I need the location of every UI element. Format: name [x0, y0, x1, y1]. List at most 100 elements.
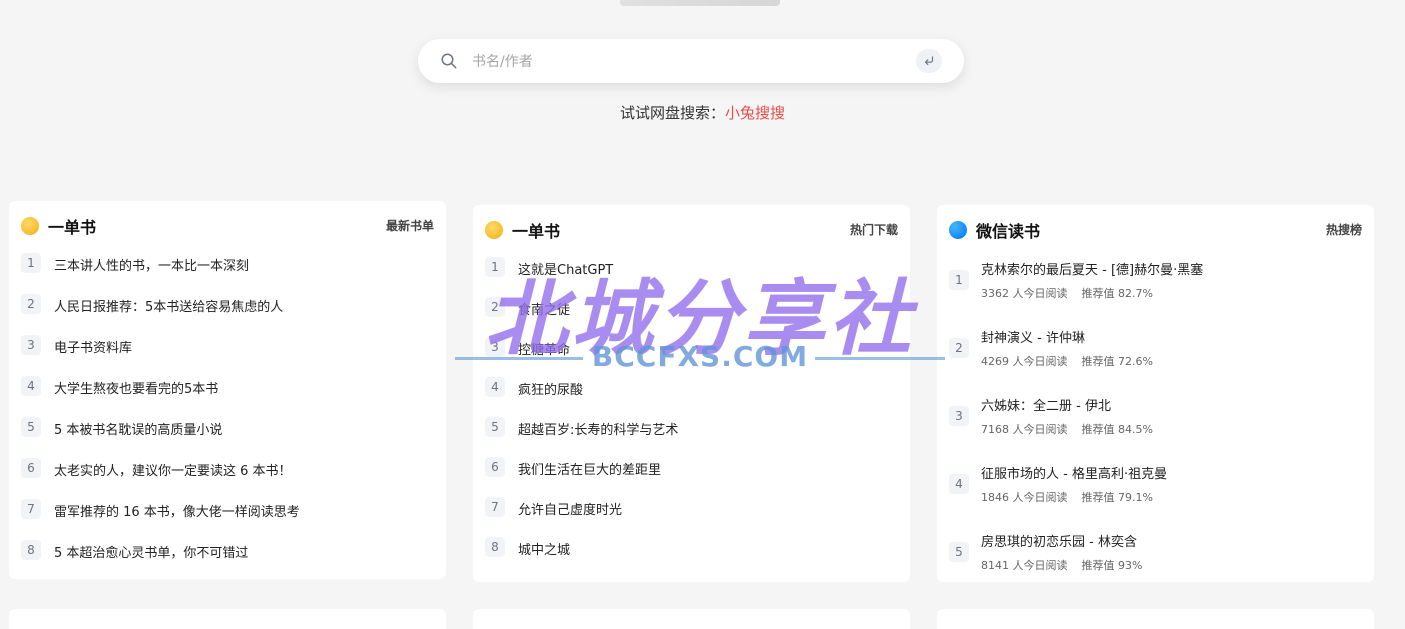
recommend-score: 推荐值 79.1%	[1081, 491, 1153, 504]
search-suggestion: 试试网盘搜索：小兔搜搜	[0, 102, 1405, 123]
next-card-top-right	[937, 609, 1374, 629]
recommend-score: 推荐值 84.5%	[1081, 423, 1153, 436]
card-title: 一单书	[512, 222, 561, 241]
book-title: 征服市场的人 - 格里高利·祖克曼	[981, 467, 1168, 482]
list-item[interactable]: 5 5 本被书名耽误的高质量小说	[21, 417, 434, 458]
daily-reads: 4269 人今日阅读	[981, 355, 1068, 368]
rank-badge: 7	[21, 499, 41, 519]
list-item[interactable]: 2 食南之徒	[485, 297, 898, 337]
rank-badge: 2	[485, 297, 505, 317]
list-item-title: 控糖革命	[518, 343, 571, 358]
card-title: 一单书	[48, 218, 97, 237]
list-item[interactable]: 7 雷军推荐的 16 本书，像大佬一样阅读思考	[21, 499, 434, 540]
list-item-title: 雷军推荐的 16 本书，像大佬一样阅读思考	[54, 505, 300, 520]
rank-badge: 4	[949, 474, 969, 494]
rank-badge: 1	[21, 253, 41, 273]
list-item[interactable]: 2 封神演义 - 许仲琳 4269 人今日阅读 推荐值 72.6%	[949, 325, 1362, 393]
search-input[interactable]	[470, 47, 904, 77]
list-item-title: 三本讲人性的书，一本比一本深刻	[54, 259, 250, 274]
list-item-title: 疯狂的尿酸	[518, 383, 584, 398]
top-title-fragment	[620, 0, 780, 6]
card-header: 微信读书 热搜榜	[949, 217, 1362, 243]
enter-button[interactable]	[916, 49, 942, 73]
list-item-title: 超越百岁:长寿的科学与艺术	[518, 423, 679, 438]
wechat-hot-list: 1 克林索尔的最后夏天 - [德]赫尔曼·黑塞 3362 人今日阅读 推荐值 82…	[949, 257, 1362, 597]
recommend-score: 推荐值 82.7%	[1081, 287, 1153, 300]
rank-badge: 3	[21, 335, 41, 355]
list-item[interactable]: 8 5 本超治愈心灵书单，你不可错过	[21, 540, 434, 581]
latest-booklist-card: 一单书 最新书单 1 三本讲人性的书，一本比一本深刻 2 人民日报推荐：5本书送给容…	[9, 201, 446, 579]
rank-badge: 6	[485, 457, 505, 477]
rank-badge: 3	[485, 337, 505, 357]
list-item-title: 食南之徒	[518, 303, 571, 318]
rank-badge: 5	[485, 417, 505, 437]
list-item-title: 这就是ChatGPT	[518, 263, 614, 278]
list-item-title: 电子书资料库	[54, 341, 133, 356]
list-item-title: 人民日报推荐：5本书送给容易焦虑的人	[54, 300, 284, 315]
next-card-top-left	[9, 609, 446, 629]
rank-badge: 5	[21, 417, 41, 437]
list-item-title: 允许自己虚度时光	[518, 503, 623, 518]
daily-reads: 3362 人今日阅读	[981, 287, 1068, 300]
wechat-read-logo	[949, 221, 967, 239]
list-item[interactable]: 3 六姊妹：全二册 - 伊北 7168 人今日阅读 推荐值 84.5%	[949, 393, 1362, 461]
yellow-book-logo	[21, 217, 39, 235]
rank-badge: 4	[485, 377, 505, 397]
recommend-score: 推荐值 72.6%	[1081, 355, 1153, 368]
rank-badge: 3	[949, 406, 969, 426]
list-item[interactable]: 4 征服市场的人 - 格里高利·祖克曼 1846 人今日阅读 推荐值 79.1%	[949, 461, 1362, 529]
book-meta: 1846 人今日阅读 推荐值 79.1%	[981, 489, 1153, 505]
list-item[interactable]: 1 三本讲人性的书，一本比一本深刻	[21, 253, 434, 294]
list-item[interactable]: 3 电子书资料库	[21, 335, 434, 376]
enter-icon	[924, 56, 934, 66]
rank-badge: 7	[485, 497, 505, 517]
list-item-title: 大学生熬夜也要看完的5本书	[54, 382, 219, 397]
hot-downloads-card: 一单书 热门下载 1 这就是ChatGPT 2 食南之徒 3 控糖革命 4 疯狂的尿酸 …	[473, 205, 910, 582]
book-meta: 3362 人今日阅读 推荐值 82.7%	[981, 285, 1153, 301]
list-item-title: 我们生活在巨大的差距里	[518, 463, 662, 478]
recommend-score: 推荐值 93%	[1081, 559, 1143, 572]
rank-badge: 4	[21, 376, 41, 396]
list-item[interactable]: 8 城中之城	[485, 537, 898, 577]
hot-downloads-list: 1 这就是ChatGPT 2 食南之徒 3 控糖革命 4 疯狂的尿酸 5 超越百岁:长寿的…	[485, 257, 898, 577]
list-item[interactable]: 3 控糖革命	[485, 337, 898, 377]
rank-badge: 1	[949, 270, 969, 290]
list-item-title: 5 本超治愈心灵书单，你不可错过	[54, 546, 249, 561]
rank-badge: 6	[21, 458, 41, 478]
list-item[interactable]: 4 大学生熬夜也要看完的5本书	[21, 376, 434, 417]
book-meta: 4269 人今日阅读 推荐值 72.6%	[981, 353, 1153, 369]
search-icon	[441, 53, 457, 69]
yellow-book-logo	[485, 221, 503, 239]
list-item[interactable]: 4 疯狂的尿酸	[485, 377, 898, 417]
list-item[interactable]: 1 这就是ChatGPT	[485, 257, 898, 297]
book-meta: 8141 人今日阅读 推荐值 93%	[981, 557, 1142, 573]
daily-reads: 7168 人今日阅读	[981, 423, 1068, 436]
rank-badge: 1	[485, 257, 505, 277]
list-item[interactable]: 5 房思琪的初恋乐园 - 林奕含 8141 人今日阅读 推荐值 93%	[949, 529, 1362, 597]
list-item[interactable]: 6 我们生活在巨大的差距里	[485, 457, 898, 497]
list-item[interactable]: 2 人民日报推荐：5本书送给容易焦虑的人	[21, 294, 434, 335]
hot-search-tag[interactable]: 热搜榜	[1326, 221, 1362, 238]
rank-badge: 2	[949, 338, 969, 358]
card-header: 一单书 最新书单	[21, 213, 434, 239]
book-title: 克林索尔的最后夏天 - [德]赫尔曼·黑塞	[981, 263, 1204, 278]
book-title: 六姊妹：全二册 - 伊北	[981, 399, 1111, 414]
list-item[interactable]: 6 太老实的人，建议你一定要读这 6 本书！	[21, 458, 434, 499]
card-title: 微信读书	[976, 222, 1041, 241]
book-title: 封神演义 - 许仲琳	[981, 331, 1085, 346]
book-title: 房思琪的初恋乐园 - 林奕含	[981, 535, 1137, 550]
wechat-read-card: 微信读书 热搜榜 1 克林索尔的最后夏天 - [德]赫尔曼·黑塞 3362 人今…	[937, 205, 1374, 582]
rank-badge: 8	[485, 537, 505, 557]
hot-downloads-tag[interactable]: 热门下载	[850, 221, 898, 238]
latest-booklist-tag[interactable]: 最新书单	[386, 217, 434, 234]
suggestion-prefix: 试试网盘搜索：	[619, 104, 725, 122]
next-card-top-middle	[473, 609, 910, 629]
list-item[interactable]: 7 允许自己虚度时光	[485, 497, 898, 537]
list-item[interactable]: 5 超越百岁:长寿的科学与艺术	[485, 417, 898, 457]
rank-badge: 2	[21, 294, 41, 314]
rank-badge: 8	[21, 540, 41, 560]
search-box[interactable]	[418, 39, 964, 83]
list-item[interactable]: 1 克林索尔的最后夏天 - [德]赫尔曼·黑塞 3362 人今日阅读 推荐值 82…	[949, 257, 1362, 325]
book-meta: 7168 人今日阅读 推荐值 84.5%	[981, 421, 1153, 437]
xiaotu-search-link[interactable]: 小兔搜搜	[725, 104, 785, 122]
